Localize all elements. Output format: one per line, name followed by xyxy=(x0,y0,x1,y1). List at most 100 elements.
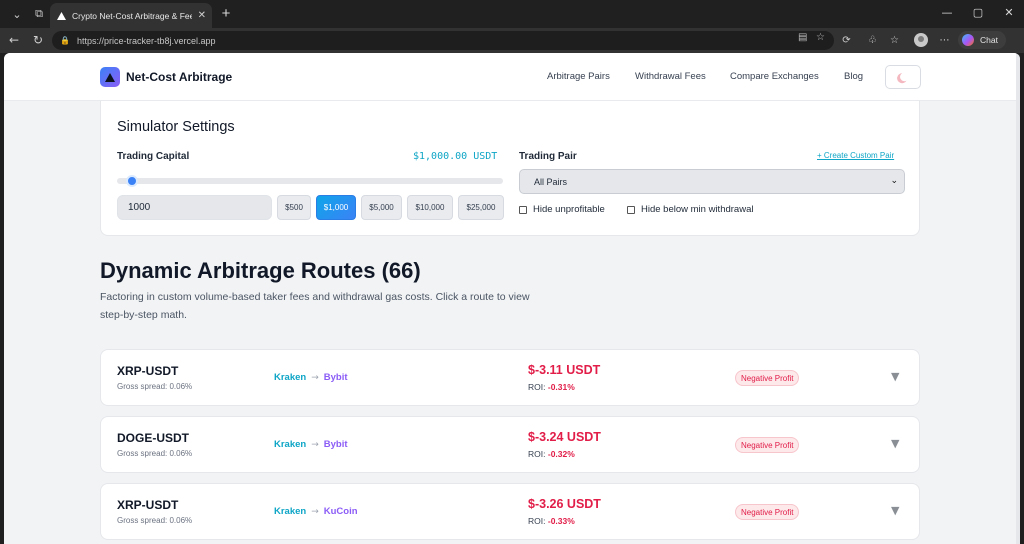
roi-value: -0.31% xyxy=(547,382,575,392)
nav-withdrawal-fees[interactable]: Withdrawal Fees xyxy=(635,71,706,82)
logo-triangle-icon xyxy=(100,67,120,87)
trading-pair-select[interactable]: All Pairs ⌄ xyxy=(519,169,905,194)
tab-close-icon[interactable]: ✕ xyxy=(198,10,206,21)
capital-slider-thumb[interactable] xyxy=(126,175,138,187)
route-gross-spread: Gross spread: 0.06% xyxy=(117,516,193,525)
tab-actions-menu-icon[interactable]: ⌄ xyxy=(6,4,28,24)
arrow-right-icon: → xyxy=(311,372,319,383)
hide-below-min-label: Hide below min withdrawal xyxy=(641,204,754,215)
trading-capital-value: $1,000.00 USDT xyxy=(413,151,498,162)
favorite-star-icon[interactable]: ☆ xyxy=(816,32,825,43)
route-from-exchange: Kraken xyxy=(274,506,307,517)
capital-slider[interactable] xyxy=(117,175,503,187)
preset-1000-button[interactable]: $1,000 xyxy=(316,195,356,220)
maximize-icon[interactable]: ▢ xyxy=(971,6,985,19)
route-roi: ROI: -0.33% xyxy=(528,516,575,526)
split-screen-icon[interactable]: ♧ xyxy=(866,34,879,47)
route-exchanges: Kraken → Bybit xyxy=(274,372,348,383)
trading-capital-label: Trading Capital xyxy=(117,151,190,162)
simulator-settings-card: Simulator Settings Trading Capital $1,00… xyxy=(100,101,920,236)
checkbox-box[interactable] xyxy=(627,205,635,214)
route-from-exchange: Kraken xyxy=(274,439,307,450)
new-tab-icon[interactable]: + xyxy=(218,5,234,22)
route-row[interactable]: DOGE-USDT Gross spread: 0.06% Kraken → B… xyxy=(100,416,920,473)
copilot-chat-button[interactable]: Chat xyxy=(958,31,1006,49)
tab-title: Crypto Net-Cost Arbitrage & Fee C xyxy=(72,10,192,21)
moon-icon xyxy=(896,72,906,83)
nav-arbitrage-pairs[interactable]: Arbitrage Pairs xyxy=(547,71,610,82)
routes-title: Dynamic Arbitrage Routes (66) xyxy=(100,258,421,283)
site-header: Net-Cost Arbitrage Arbitrage Pairs Withd… xyxy=(4,53,1016,101)
arrow-right-icon: → xyxy=(311,506,319,517)
workspaces-icon[interactable]: ⧉ xyxy=(28,4,50,24)
url-text: https://price-tracker-tb8j.vercel.app xyxy=(76,35,216,46)
arrow-right-icon: → xyxy=(311,439,319,450)
hide-unprofitable-checkbox[interactable]: Hide unprofitable xyxy=(519,204,605,215)
nav-compare-exchanges[interactable]: Compare Exchanges xyxy=(730,71,819,82)
trading-pair-label: Trading Pair xyxy=(519,151,577,162)
create-custom-pair-link[interactable]: + Create Custom Pair xyxy=(817,151,894,160)
brand-name: Net-Cost Arbitrage xyxy=(126,70,233,84)
preset-10000-button[interactable]: $10,000 xyxy=(407,195,453,220)
route-gross-spread: Gross spread: 0.06% xyxy=(117,382,193,391)
refresh-icon[interactable]: ↻ xyxy=(31,33,45,47)
route-pair: XRP-USDT xyxy=(117,498,179,512)
checkbox-box[interactable] xyxy=(519,205,527,214)
chat-label: Chat xyxy=(980,35,998,45)
favorites-icon[interactable]: ☆ xyxy=(888,34,901,47)
back-icon[interactable]: ← xyxy=(7,33,21,47)
route-exchanges: Kraken → KuCoin xyxy=(274,506,358,517)
vercel-triangle-icon xyxy=(56,11,66,21)
site-info-icon[interactable]: 🔒 xyxy=(60,36,70,45)
route-roi: ROI: -0.32% xyxy=(528,449,575,459)
preset-25000-button[interactable]: $25,000 xyxy=(458,195,504,220)
theme-toggle-button[interactable] xyxy=(885,65,921,89)
route-net-profit: $-3.11 USDT xyxy=(528,363,601,377)
more-menu-icon[interactable]: ⋯ xyxy=(938,34,951,47)
page-scrollbar[interactable] xyxy=(1016,53,1020,544)
profile-avatar[interactable] xyxy=(914,33,928,47)
status-badge: Negative Profit xyxy=(735,437,800,453)
expand-chevron-icon[interactable]: ▼ xyxy=(891,437,899,450)
route-net-profit: $-3.24 USDT xyxy=(528,430,601,444)
reader-view-icon[interactable]: ▤ xyxy=(798,32,807,43)
route-row[interactable]: XRP-USDT Gross spread: 0.06% Kraken → By… xyxy=(100,349,920,406)
route-row[interactable]: XRP-USDT Gross spread: 0.06% Kraken → Ku… xyxy=(100,483,920,540)
expand-chevron-icon[interactable]: ▼ xyxy=(891,370,899,383)
browser-toolbar: ← ↻ 🔒 https://price-tracker-tb8j.vercel.… xyxy=(0,28,1024,53)
status-badge: Negative Profit xyxy=(735,370,800,386)
active-tab[interactable]: Crypto Net-Cost Arbitrage & Fee C ✕ xyxy=(50,3,212,28)
chevron-down-icon: ⌄ xyxy=(890,176,898,186)
roi-label: ROI: xyxy=(528,382,546,392)
route-pair: XRP-USDT xyxy=(117,364,179,378)
minimize-icon[interactable]: — xyxy=(940,6,954,19)
tab-strip: ⌄ ⧉ Crypto Net-Cost Arbitrage & Fee C ✕ … xyxy=(0,0,1024,28)
address-bar[interactable]: 🔒 https://price-tracker-tb8j.vercel.app xyxy=(52,31,834,50)
route-gross-spread: Gross spread: 0.06% xyxy=(117,449,193,458)
routes-subtitle: Factoring in custom volume-based taker f… xyxy=(100,291,530,321)
copilot-icon xyxy=(962,34,974,46)
nav-blog[interactable]: Blog xyxy=(844,71,863,82)
route-roi: ROI: -0.31% xyxy=(528,382,575,392)
roi-value: -0.32% xyxy=(547,449,575,459)
roi-label: ROI: xyxy=(528,516,546,526)
status-badge: Negative Profit xyxy=(735,504,800,520)
simulator-title: Simulator Settings xyxy=(117,119,235,135)
expand-chevron-icon[interactable]: ▼ xyxy=(891,504,899,517)
preset-5000-button[interactable]: $5,000 xyxy=(361,195,402,220)
browser-window: ⌄ ⧉ Crypto Net-Cost Arbitrage & Fee C ✕ … xyxy=(0,0,1024,544)
route-to-exchange: Bybit xyxy=(323,439,348,450)
page-viewport: Net-Cost Arbitrage Arbitrage Pairs Withd… xyxy=(4,53,1020,544)
route-net-profit: $-3.26 USDT xyxy=(528,497,601,511)
hide-below-min-checkbox[interactable]: Hide below min withdrawal xyxy=(627,204,753,215)
window-close-icon[interactable]: ✕ xyxy=(1002,6,1016,19)
route-to-exchange: KuCoin xyxy=(323,506,358,517)
roi-value: -0.33% xyxy=(547,516,575,526)
extension-icon[interactable]: ⟳ xyxy=(840,34,853,47)
route-exchanges: Kraken → Bybit xyxy=(274,439,348,450)
hide-unprofitable-label: Hide unprofitable xyxy=(533,204,605,215)
roi-label: ROI: xyxy=(528,449,546,459)
preset-500-button[interactable]: $500 xyxy=(277,195,311,220)
capital-input[interactable]: 1000 xyxy=(117,195,272,220)
brand-link[interactable]: Net-Cost Arbitrage xyxy=(100,67,232,87)
